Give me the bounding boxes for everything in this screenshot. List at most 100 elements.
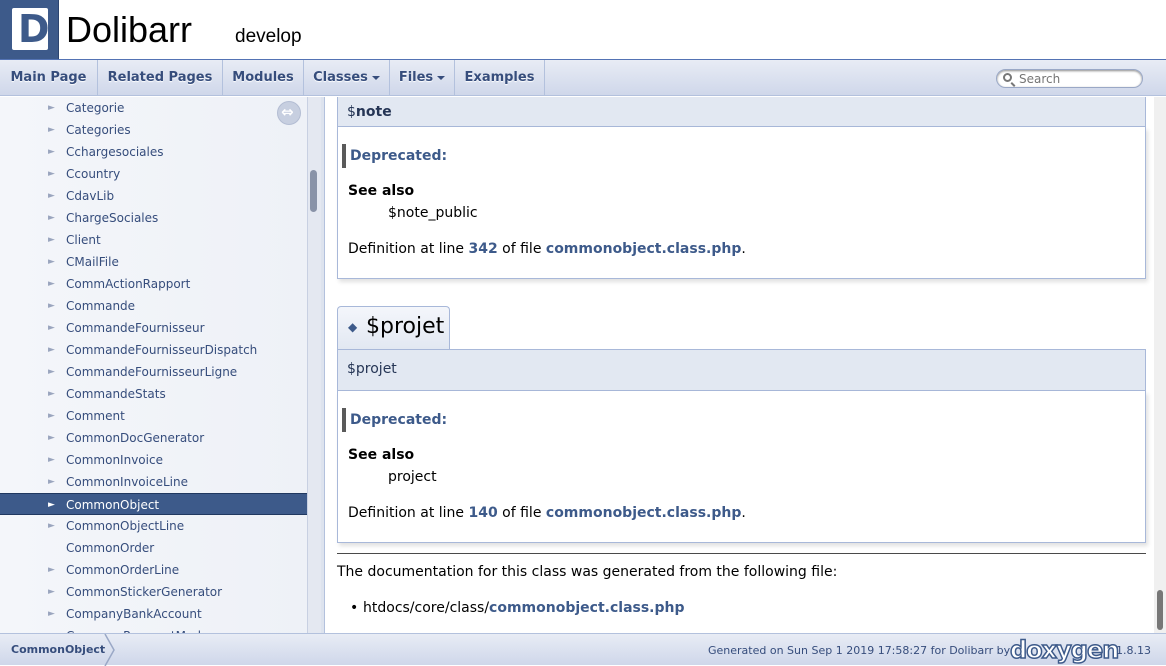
tree-expand-arrow-icon[interactable]: ► (48, 185, 55, 207)
tree-expand-arrow-icon[interactable]: ► (48, 449, 55, 471)
tree-item[interactable]: ► CdavLib (0, 185, 307, 207)
tree-item-label[interactable]: CommonOrderLine (66, 559, 179, 581)
tree-item-label[interactable]: CommandeFournisseurDispatch (66, 339, 257, 361)
tree-item-label[interactable]: CommonObjectLine (66, 515, 184, 537)
tree-expand-arrow-icon[interactable]: ► (48, 427, 55, 449)
tree-item[interactable]: ► Categorie (0, 97, 307, 119)
tree-item[interactable]: ► CommonOrderLine (0, 559, 307, 581)
tab-classes[interactable]: Classes (304, 60, 390, 96)
tree-item-label[interactable]: CommonStickerGenerator (66, 581, 222, 603)
tree-item-label[interactable]: CommandeFournisseurLigne (66, 361, 237, 383)
deprecated-link[interactable]: Deprecated: (342, 144, 447, 168)
tree-item-label[interactable]: Client (66, 229, 101, 251)
file-link[interactable]: commonobject.class.php (546, 241, 741, 257)
tree-item-label[interactable]: CommonObject (66, 494, 159, 516)
tree-expand-arrow-icon[interactable]: ► (48, 207, 55, 229)
tree-item-label[interactable]: CommandeFournisseur (66, 317, 205, 339)
tree-item[interactable]: ► Commande (0, 295, 307, 317)
tree-item[interactable]: ► Ccountry (0, 163, 307, 185)
tree-item-label[interactable]: ChargeSociales (66, 207, 158, 229)
tree-item[interactable]: ► CommonObjectLine (0, 515, 307, 537)
breadcrumb-item[interactable]: CommonObject (11, 643, 105, 656)
tree-expand-arrow-icon[interactable]: ► (48, 251, 55, 273)
tree-expand-arrow-icon[interactable]: ► (48, 405, 55, 427)
tree-expand-arrow-icon[interactable]: ► (48, 317, 55, 339)
tree-item-label[interactable]: CompanyPaymentMode (66, 625, 208, 633)
splitter-handle[interactable] (321, 97, 325, 633)
line-number-link[interactable]: 342 (468, 241, 497, 257)
tree-item-label[interactable]: CommonDocGenerator (66, 427, 204, 449)
tree-expand-arrow-icon[interactable]: ► (48, 559, 55, 581)
tree-item-label[interactable]: CommonInvoiceLine (66, 471, 188, 493)
search-icon[interactable] (1003, 73, 1012, 82)
tree-item-label[interactable]: Categorie (66, 97, 124, 119)
tree-item[interactable]: ► CommandeFournisseurDispatch (0, 339, 307, 361)
tree-expand-arrow-icon[interactable]: ► (48, 97, 55, 119)
tree-item[interactable]: ► CommonInvoiceLine (0, 471, 307, 493)
tree-item[interactable]: ► Client (0, 229, 307, 251)
tree-expand-arrow-icon[interactable]: ► (48, 229, 55, 251)
tab-label: Modules (232, 70, 294, 85)
search-input[interactable] (1019, 71, 1137, 86)
tree-expand-arrow-icon[interactable]: ► (48, 339, 55, 361)
tab-label: Classes (313, 70, 368, 85)
tree-item[interactable]: ► CommonInvoice (0, 449, 307, 471)
tree-item[interactable]: ► Cchargesociales (0, 141, 307, 163)
tree-expand-arrow-icon[interactable]: ► (48, 471, 55, 493)
tree-expand-arrow-icon[interactable]: ► (48, 361, 55, 383)
tree-expand-arrow-icon[interactable]: ► (48, 515, 55, 537)
tree-item[interactable]: ► ChargeSociales (0, 207, 307, 229)
sync-toggle-icon[interactable] (277, 101, 301, 125)
tree-item[interactable]: ► CommonStickerGenerator (0, 581, 307, 603)
content-scrollbar[interactable] (1154, 97, 1166, 633)
tree-expand-arrow-icon[interactable]: ► (48, 295, 55, 317)
see-also-value: project (388, 469, 437, 485)
tree-expand-arrow-icon[interactable]: ► (48, 581, 55, 603)
tab-main-page[interactable]: Main Page (0, 60, 98, 96)
tree-expand-arrow-icon[interactable]: ► (48, 625, 55, 633)
tree-item[interactable]: ► CompanyBankAccount (0, 603, 307, 625)
tree-item-label[interactable]: CMailFile (66, 251, 119, 273)
tab-examples[interactable]: Examples (455, 60, 545, 96)
tree-expand-arrow-icon[interactable]: ► (48, 494, 55, 516)
tree-item[interactable]: ► CommandeStats (0, 383, 307, 405)
tree-item[interactable]: ► CommandeFournisseur (0, 317, 307, 339)
content-scrollbar-thumb[interactable] (1157, 590, 1163, 630)
tree-item-label[interactable]: Ccountry (66, 163, 120, 185)
tree-item-label[interactable]: CommandeStats (66, 383, 166, 405)
tree-item[interactable]: CommonOrder (0, 537, 307, 559)
tree-item-label[interactable]: Categories (66, 119, 131, 141)
tree-item-label[interactable]: Commande (66, 295, 135, 317)
tab-related-pages[interactable]: Related Pages (98, 60, 223, 96)
line-number-link[interactable]: 140 (468, 505, 497, 521)
tree-item-label[interactable]: Cchargesociales (66, 141, 164, 163)
tree-item[interactable]: ► Comment (0, 405, 307, 427)
tab-modules[interactable]: Modules (223, 60, 304, 96)
search-box[interactable] (996, 69, 1143, 88)
doxygen-logo[interactable]: doxygen (1009, 635, 1120, 665)
tree-item[interactable]: ► Categories (0, 119, 307, 141)
tree-item[interactable]: ► CommonDocGenerator (0, 427, 307, 449)
deprecated-link[interactable]: Deprecated: (342, 408, 447, 432)
file-link[interactable]: commonobject.class.php (546, 505, 741, 521)
tree-item[interactable]: ► CMailFile (0, 251, 307, 273)
tree-item-label[interactable]: CommonInvoice (66, 449, 163, 471)
tree-expand-arrow-icon[interactable]: ► (48, 141, 55, 163)
tree-item-label[interactable]: Comment (66, 405, 125, 427)
tree-item-label[interactable]: CompanyBankAccount (66, 603, 202, 625)
tree-expand-arrow-icon[interactable]: ► (48, 603, 55, 625)
tree-expand-arrow-icon[interactable]: ► (48, 119, 55, 141)
tree-item-label[interactable]: CommActionRapport (66, 273, 190, 295)
tree-item-label[interactable]: CdavLib (66, 185, 114, 207)
tab-files[interactable]: Files (390, 60, 455, 96)
source-file-link[interactable]: commonobject.class.php (489, 600, 684, 616)
tree-item[interactable]: ► CommandeFournisseurLigne (0, 361, 307, 383)
tree-item-label[interactable]: CommonOrder (66, 537, 154, 559)
tree-item[interactable]: ► CommonObject (0, 493, 307, 515)
tree-expand-arrow-icon[interactable]: ► (48, 273, 55, 295)
tree-item[interactable]: ► CommActionRapport (0, 273, 307, 295)
nav-tree-scrollbar-thumb[interactable] (310, 170, 317, 212)
tree-expand-arrow-icon[interactable]: ► (48, 383, 55, 405)
tree-expand-arrow-icon[interactable]: ► (48, 163, 55, 185)
tree-item[interactable]: ► CompanyPaymentMode (0, 625, 307, 633)
